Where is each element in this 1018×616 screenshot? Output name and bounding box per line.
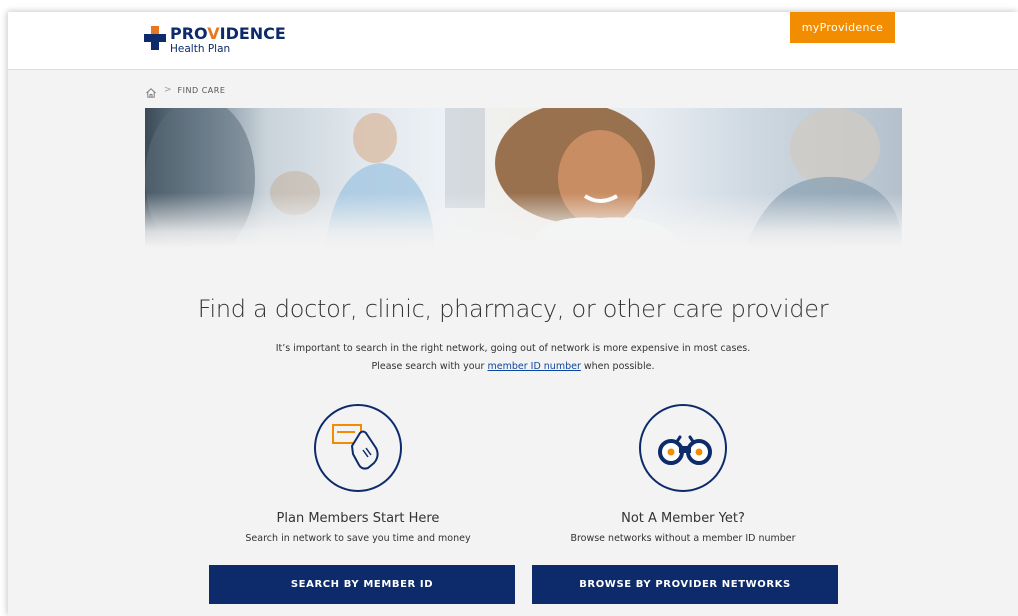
logo-wordmark: PROVIDENCE (170, 24, 286, 43)
binoculars-icon (639, 404, 727, 492)
search-by-member-id-button[interactable]: SEARCH BY MEMBER ID (209, 565, 515, 604)
hero-banner-image (145, 108, 902, 248)
card-description: Search in network to save you time and m… (245, 533, 471, 544)
home-icon[interactable] (145, 84, 157, 98)
card-title: Not A Member Yet? (621, 511, 745, 526)
browse-provider-networks-button[interactable]: BROWSE BY PROVIDER NETWORKS (532, 565, 838, 604)
plan-members-card: Plan Members Start Here Search in networ… (198, 404, 518, 544)
logo-subtitle: Health Plan (170, 43, 231, 55)
providence-logo[interactable]: PROVIDENCE Health Plan (144, 24, 294, 60)
my-providence-button[interactable]: myProvidence (790, 12, 895, 43)
breadcrumb: > FIND CARE (145, 83, 226, 98)
page-frame: PROVIDENCE Health Plan myProvidence > FI… (8, 12, 1018, 616)
card-description: Browse networks without a member ID numb… (570, 533, 796, 544)
page-title: Find a doctor, clinic, pharmacy, or othe… (197, 295, 829, 323)
intro-text: It’s important to search in the right ne… (275, 343, 751, 354)
intro-text-2: Please search with your member ID number… (371, 361, 655, 372)
breadcrumb-separator: > (164, 85, 172, 95)
non-member-card: Not A Member Yet? Browse networks withou… (523, 404, 843, 544)
cross-logo-icon (144, 26, 166, 50)
card-title: Plan Members Start Here (276, 511, 440, 526)
breadcrumb-current: FIND CARE (177, 85, 226, 95)
member-card-icon (314, 404, 402, 492)
site-header: PROVIDENCE Health Plan myProvidence (8, 12, 1018, 70)
member-id-link[interactable]: member ID number (487, 361, 580, 372)
